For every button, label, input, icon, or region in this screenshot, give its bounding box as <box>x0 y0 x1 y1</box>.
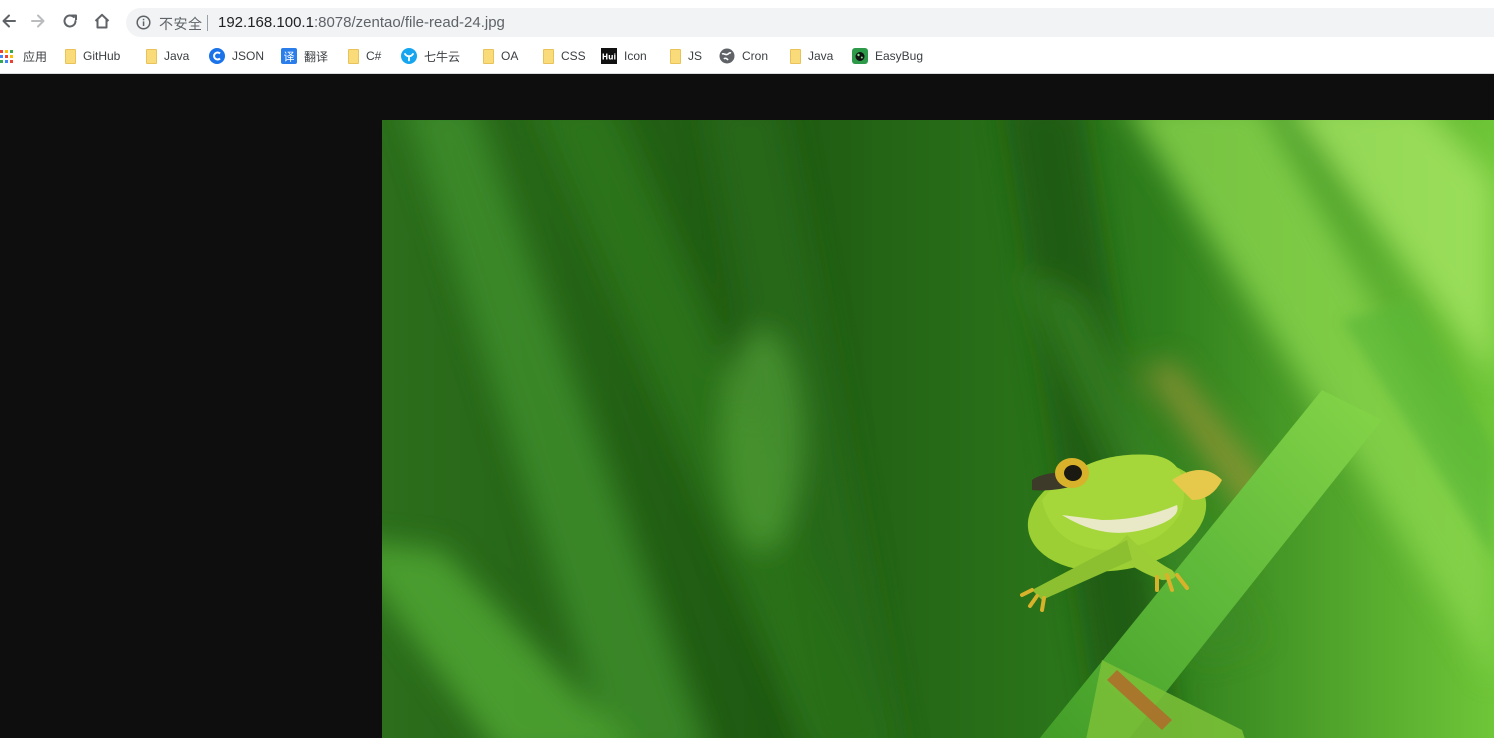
image-viewer <box>0 74 1494 738</box>
arrow-right-icon <box>31 14 45 28</box>
reload-icon <box>63 14 77 28</box>
bookmark-label: OA <box>501 49 519 63</box>
translate-icon: 译 <box>281 48 297 64</box>
qiniu-icon <box>401 48 417 64</box>
bookmark-label: EasyBug <box>875 49 924 63</box>
bookmark-label: Cron <box>742 49 769 63</box>
svg-text:译: 译 <box>284 51 295 64</box>
bookmark-java-2[interactable]: Java <box>788 47 833 65</box>
easybug-icon <box>852 48 868 64</box>
back-button[interactable] <box>0 8 22 34</box>
bookmark-label: JSON <box>232 49 265 63</box>
url-path: :8078/zentao/file-read-24.jpg <box>313 14 505 31</box>
bookmarks-bar: 应用 GitHub Java JSON 译 翻译 C# 七牛云 OA CSS H… <box>0 42 1494 70</box>
folder-icon <box>146 48 157 64</box>
bookmark-csharp[interactable]: C# <box>346 47 381 65</box>
bookmark-github[interactable]: GitHub <box>63 47 120 65</box>
folder-icon <box>483 48 494 64</box>
bookmark-label: 应用 <box>23 49 48 64</box>
photo-illustration <box>382 120 1494 738</box>
browser-chrome: 不安全 192.168.100.1:8078/zentao/file-read-… <box>0 0 1494 74</box>
bookmark-label: 七牛云 <box>424 49 461 64</box>
hui-icon: Hui <box>601 48 617 64</box>
bookmark-oa[interactable]: OA <box>481 47 518 65</box>
bookmark-label: Java <box>164 49 190 63</box>
forward-button[interactable] <box>25 8 51 34</box>
frog-on-grass-photo[interactable] <box>382 120 1494 738</box>
reload-button[interactable] <box>57 8 83 34</box>
url-host: 192.168.100.1 <box>218 14 314 31</box>
bookmark-label: GitHub <box>83 49 121 63</box>
bookmark-label: JS <box>688 49 703 63</box>
apps-grid-icon <box>0 50 13 63</box>
bookmark-label: Java <box>808 49 834 63</box>
bookmark-apps[interactable]: 应用 <box>0 47 47 65</box>
folder-icon <box>670 48 681 64</box>
bookmark-qiniu[interactable]: 七牛云 <box>401 47 460 65</box>
address-bar[interactable]: 不安全 192.168.100.1:8078/zentao/file-read-… <box>126 8 1494 37</box>
bookmark-label: C# <box>366 49 382 63</box>
bookmark-icon[interactable]: Hui Icon <box>601 47 647 65</box>
hui-icon-text: Hui <box>602 53 616 62</box>
bookmark-css[interactable]: CSS <box>541 47 586 65</box>
bookmark-label: 翻译 <box>304 49 329 64</box>
bookmark-json[interactable]: JSON <box>209 47 264 65</box>
bookmark-js[interactable]: JS <box>668 47 702 65</box>
folder-icon <box>65 48 76 64</box>
globe-icon <box>719 48 735 64</box>
bookmark-java[interactable]: Java <box>144 47 189 65</box>
bookmark-cron[interactable]: Cron <box>719 47 768 65</box>
bookmark-translate[interactable]: 译 翻译 <box>281 47 328 65</box>
bookmark-label: Icon <box>624 49 647 63</box>
info-circle-icon[interactable] <box>136 15 151 30</box>
home-icon <box>94 13 110 29</box>
json-site-icon <box>209 48 225 64</box>
folder-icon <box>543 48 554 64</box>
browser-toolbar: 不安全 192.168.100.1:8078/zentao/file-read-… <box>0 0 1494 40</box>
folder-icon <box>348 48 359 64</box>
bookmark-label: CSS <box>561 49 586 63</box>
bookmark-easybug[interactable]: EasyBug <box>852 47 923 65</box>
address-separator <box>207 15 208 31</box>
url-text[interactable]: 192.168.100.1:8078/zentao/file-read-24.j… <box>218 14 505 31</box>
security-label[interactable]: 不安全 <box>159 14 203 34</box>
arrow-left-icon <box>2 14 16 28</box>
home-button[interactable] <box>89 8 115 34</box>
folder-icon <box>790 48 801 64</box>
